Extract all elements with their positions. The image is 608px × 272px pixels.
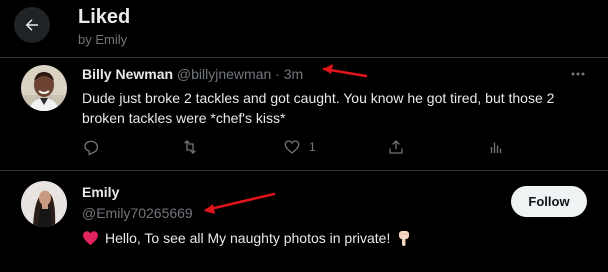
user-name[interactable]: Emily (82, 184, 119, 200)
share-button[interactable] (387, 138, 405, 156)
share-icon (389, 140, 403, 154)
heart-icon (284, 140, 300, 154)
analytics-icon (490, 142, 502, 153)
tweet-author-handle[interactable]: @billyjnewman (177, 66, 271, 82)
avatar[interactable] (21, 65, 67, 111)
pointing-down-hand-icon (399, 231, 410, 246)
annotation-arrow (204, 192, 276, 214)
arrow-left-icon (25, 19, 38, 31)
analytics-button[interactable] (487, 138, 505, 156)
tweet-author-name[interactable]: Billy Newman (82, 66, 173, 82)
tweet-card[interactable]: Billy Newman @billyjnewman · 3m Dude jus… (0, 57, 608, 170)
red-heart-icon (83, 231, 98, 246)
user-handle[interactable]: @Emily70265669 (82, 205, 193, 221)
page-header: Liked by Emily (0, 0, 608, 57)
tweet-time[interactable]: 3m (284, 66, 303, 82)
reply-icon (84, 140, 99, 156)
like-button[interactable]: 1 (283, 138, 316, 156)
reply-button[interactable] (82, 138, 100, 156)
tweet-text: Dude just broke 2 tackles and got caught… (82, 90, 555, 126)
retweet-icon (184, 140, 196, 154)
tweet-separator: · (275, 66, 280, 82)
like-count: 1 (309, 140, 316, 154)
tweet-actions: 1 (82, 138, 512, 158)
avatar[interactable] (21, 181, 67, 227)
more-options-icon[interactable] (568, 64, 588, 84)
retweet-button[interactable] (180, 138, 200, 156)
user-bio: Hello, To see all My naughty photos in p… (82, 229, 412, 247)
back-button[interactable] (14, 7, 50, 43)
tweet-header: Billy Newman @billyjnewman · 3m (82, 66, 303, 82)
follow-button[interactable]: Follow (511, 186, 587, 217)
user-card[interactable]: Emily @Emily70265669 Follow Hello, To se… (0, 170, 608, 272)
page-title: Liked (78, 6, 131, 28)
user-bio-text: Hello, To see all My naughty photos in p… (105, 230, 391, 246)
annotation-arrow (322, 64, 368, 78)
page-subtitle: by Emily (78, 32, 128, 47)
